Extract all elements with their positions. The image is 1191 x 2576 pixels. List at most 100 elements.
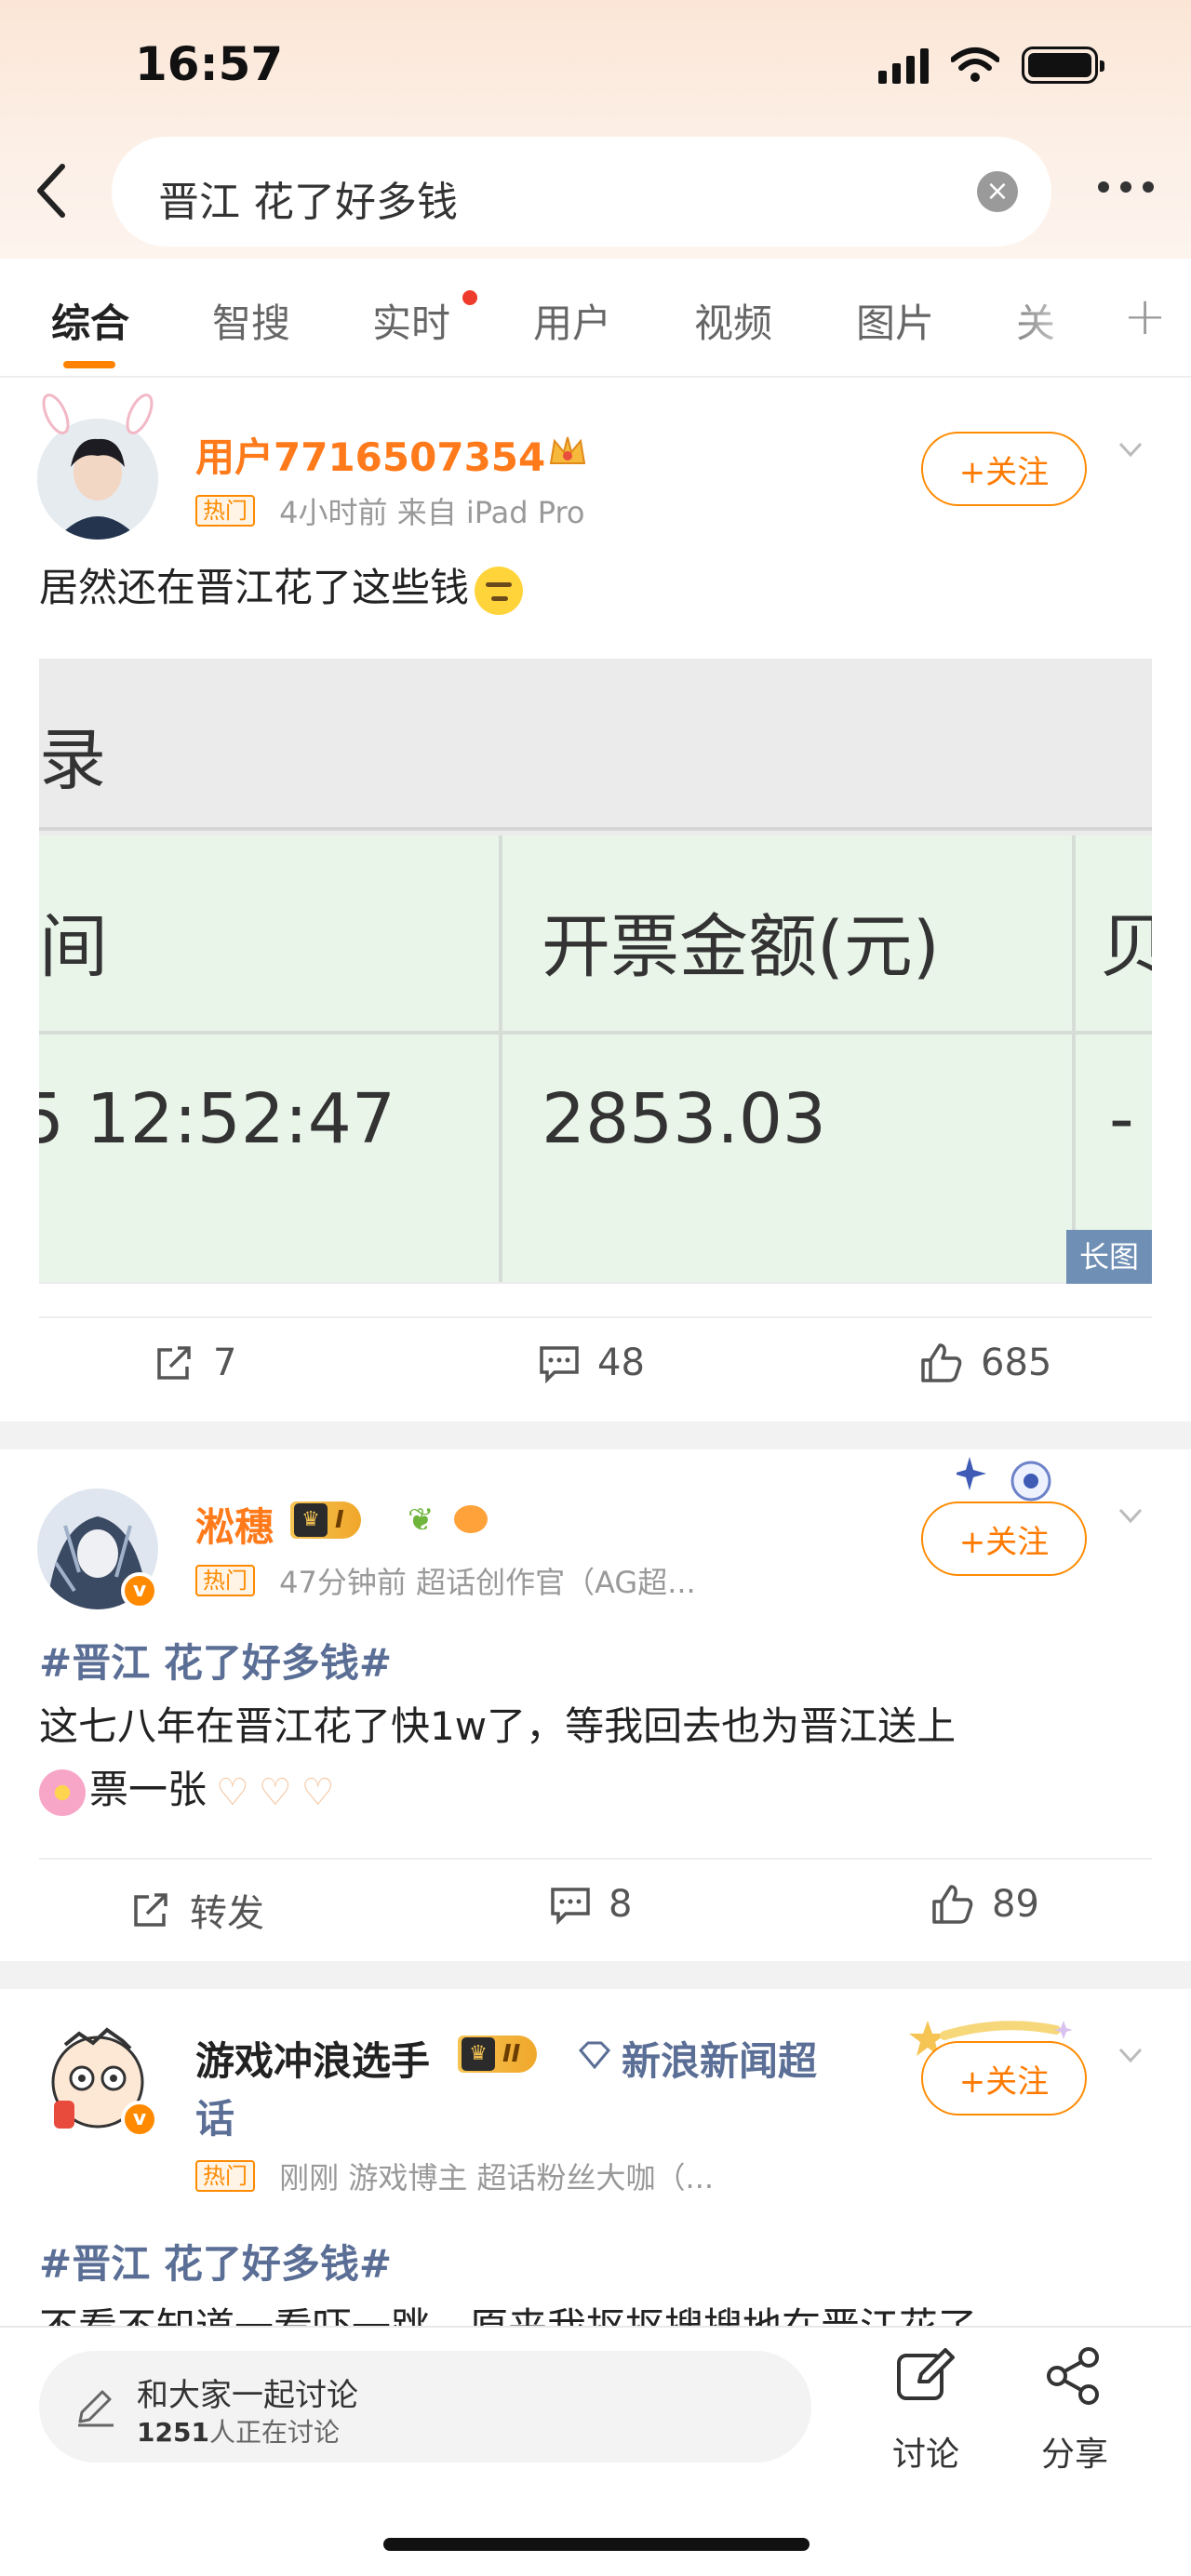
image-table-cell-time: 5 12:52:47 <box>39 1079 395 1159</box>
follow-button[interactable]: +关注 <box>921 1502 1087 1576</box>
follow-button[interactable]: +关注 <box>921 2041 1087 2116</box>
discuss-button[interactable]: 讨论 <box>875 2346 977 2476</box>
share-icon <box>1047 2347 1099 2405</box>
like-count: 89 <box>992 1883 1039 1926</box>
flower-emoji-icon <box>39 1768 86 1816</box>
post-time-source: 47分钟前 超话创作官（AG超... <box>279 1565 696 1600</box>
like-count: 685 <box>981 1341 1052 1384</box>
hot-tag: 热门 <box>195 495 255 527</box>
hot-tag: 热门 <box>195 2160 255 2192</box>
tab-users[interactable]: 用户 <box>533 292 611 349</box>
search-query-text: 晋江 花了好多钱 <box>158 179 458 226</box>
image-table-header-cut: 贝 <box>1100 907 1152 987</box>
signal-icon <box>878 47 929 84</box>
supertopic-link[interactable]: 新浪新闻超 <box>622 2030 817 2087</box>
more-options-button[interactable] <box>1098 181 1154 193</box>
post-actions: 7 48 685 <box>0 1319 1191 1412</box>
repost-label: 转发 <box>190 1892 264 1935</box>
add-tab-button[interactable]: + <box>1123 287 1167 347</box>
topic-link[interactable]: #晋江 花了好多钱# <box>39 1632 1156 1695</box>
comment-button[interactable]: 48 <box>538 1341 645 1384</box>
chevron-down-icon[interactable] <box>1117 435 1144 463</box>
comment-icon <box>551 1888 590 1925</box>
repost-button[interactable]: 转发 <box>130 1883 264 1937</box>
post-username[interactable]: 用户7716507354 <box>195 426 545 483</box>
battery-icon <box>1022 47 1104 84</box>
verified-badge-icon: v <box>121 2101 158 2138</box>
back-button[interactable] <box>28 158 74 223</box>
crown-level-icon: ♛ <box>294 1503 328 1537</box>
wifi-icon <box>951 47 999 82</box>
search-tabs: 综合 智搜 实时 用户 视频 图片 关 + <box>0 259 1191 378</box>
comment-button[interactable]: 8 <box>549 1883 632 1926</box>
bunny-ears-decoration-icon <box>42 394 154 434</box>
status-time: 16:57 <box>135 37 284 91</box>
thumbs-up-icon <box>932 1885 973 1924</box>
post-text: 居然还在晋江花了这些钱 <box>39 556 524 620</box>
comment-count: 48 <box>597 1341 645 1384</box>
verified-badge-icon: v <box>121 1572 158 1609</box>
image-table: 间 开票金额(元) 贝 5 12:52:47 2853.03 - <box>39 835 1152 1282</box>
active-tab-indicator <box>63 361 115 368</box>
chevron-down-icon[interactable] <box>1117 2041 1144 2069</box>
smirk-emoji-icon <box>475 566 524 615</box>
post-actions: 转发 8 89 <box>0 1861 1191 1954</box>
discuss-participants: 1251人正在讨论 <box>137 2417 340 2448</box>
post-time-source: 刚刚 游戏博主 超话粉丝大咖（... <box>279 2160 715 2196</box>
topic-link[interactable]: #晋江 花了好多钱# <box>39 2233 1156 2296</box>
like-button[interactable]: 89 <box>930 1883 1039 1926</box>
post-meta: 热门 4小时前 来自 iPad Pro <box>195 489 585 532</box>
tab-videos[interactable]: 视频 <box>694 292 772 349</box>
image-table-header-time: 间 <box>39 907 108 987</box>
fish-icon <box>454 1505 488 1533</box>
search-input[interactable]: 晋江 花了好多钱 × <box>112 137 1051 247</box>
comment-icon <box>540 1346 579 1383</box>
post-image[interactable]: 录 间 开票金额(元) 贝 5 12:52:47 2853.03 - 长图 <box>39 659 1152 1284</box>
sprout-icon: ❦ <box>408 1502 435 1539</box>
comment-count: 8 <box>609 1883 633 1926</box>
tab-images[interactable]: 图片 <box>856 292 934 349</box>
like-button[interactable]: 685 <box>919 1341 1051 1384</box>
heart-hands-emoji-icon: ♡♡♡ <box>216 1770 344 1814</box>
thumbs-up-icon <box>921 1343 962 1382</box>
tab-smart-search[interactable]: 智搜 <box>212 292 290 349</box>
home-indicator <box>383 2538 810 2551</box>
discuss-title: 和大家一起讨论 <box>137 2377 358 2414</box>
hot-tag: 热门 <box>195 1565 255 1596</box>
repost-button[interactable]: 7 <box>154 1341 236 1384</box>
repost-icon <box>134 1893 167 1927</box>
image-table-header-amount: 开票金额(元) <box>542 907 940 987</box>
crown-icon <box>549 436 586 464</box>
header-area: 16:57 晋江 花了好多钱 × <box>0 0 1191 259</box>
share-button[interactable]: 分享 <box>1024 2346 1126 2476</box>
tab-realtime[interactable]: 实时 <box>372 292 450 349</box>
post-text: #晋江 花了好多钱# 不看不知道一看吓一跳，原来我抠抠搜搜地在晋江花了 <box>39 2233 1156 2326</box>
realtime-notification-dot <box>462 290 477 305</box>
diamond-icon <box>579 2041 610 2069</box>
level-badge: II ♛ <box>458 2035 538 2073</box>
follow-button[interactable]: +关注 <box>921 432 1087 506</box>
chevron-left-icon <box>37 164 65 218</box>
post-username[interactable]: 游戏冲浪选手 <box>195 2030 430 2087</box>
crown-level-icon: ♛ <box>462 2037 495 2071</box>
tab-comprehensive[interactable]: 综合 <box>51 292 129 349</box>
status-icons <box>878 47 1104 84</box>
level-badge: I ♛ <box>290 1502 361 1539</box>
image-caption-text: 录 <box>39 721 107 799</box>
post-meta: 热门 47分钟前 超话创作官（AG超... <box>195 1559 696 1602</box>
image-table-cell-cut: - <box>1109 1079 1134 1159</box>
image-table-cell-amount: 2853.03 <box>542 1079 827 1159</box>
repost-icon <box>157 1346 191 1380</box>
pencil-icon <box>78 2390 114 2427</box>
post-username[interactable]: 淞穗 <box>195 1496 274 1553</box>
discuss-input[interactable]: 和大家一起讨论 1251人正在讨论 <box>39 2351 811 2463</box>
supertopic-link-wrap[interactable]: 话 <box>195 2088 234 2144</box>
chevron-down-icon[interactable] <box>1117 1502 1144 1529</box>
post-text: #晋江 花了好多钱# 这七八年在晋江花了快1w了，等我回去也为晋江送上 票一张 ♡… <box>39 1632 1156 1824</box>
post-meta: 热门 刚刚 游戏博主 超话粉丝大咖（... <box>195 2155 714 2197</box>
long-image-badge: 长图 <box>1066 1230 1152 1284</box>
clear-search-button[interactable]: × <box>977 171 1018 212</box>
post-card: v 游戏冲浪选手 II ♛ 新浪新闻超 话 热门 刚刚 游戏博主 超话粉丝大咖（… <box>0 1989 1191 2326</box>
post-time-source: 4小时前 来自 iPad Pro <box>279 495 585 530</box>
edit-square-icon <box>897 2348 955 2400</box>
